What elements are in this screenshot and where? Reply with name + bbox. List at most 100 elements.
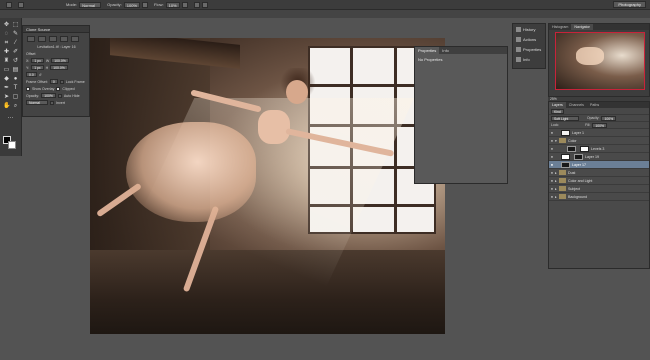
tab-navigator[interactable]: Navigator (571, 24, 593, 30)
offset-y-field[interactable]: 1 px (31, 65, 44, 70)
overlay-opacity-label: Opacity: (26, 93, 40, 98)
edit-toolbar-icon[interactable]: … (7, 114, 14, 121)
pressure-size-icon[interactable] (201, 1, 208, 8)
layer-row[interactable]: ● Layer 19 (549, 153, 649, 161)
mode-select[interactable]: Normal (79, 1, 102, 8)
scale-w-field[interactable]: 100.0% (51, 58, 69, 63)
brush-tool-icon[interactable]: ✐ (12, 49, 19, 56)
clone-source-4-icon[interactable] (60, 36, 68, 42)
hand-tool-icon[interactable]: ✋ (3, 103, 10, 110)
panel-dock: History Actions Properties Info (512, 23, 546, 69)
navigator-thumbnail[interactable] (555, 32, 645, 90)
layer-group-row[interactable]: ● ▸ Background (549, 193, 649, 201)
lasso-tool-icon[interactable]: ◌ (3, 31, 10, 38)
tab-histogram[interactable]: Histogram (549, 24, 571, 30)
overlay-opacity-field[interactable]: 100% (41, 93, 56, 98)
dock-item-properties[interactable]: Properties (513, 44, 545, 54)
collapse-arrow-icon[interactable]: ▸ (555, 171, 557, 175)
pen-tool-icon[interactable]: ✒ (3, 85, 10, 92)
history-brush-tool-icon[interactable]: ↺ (12, 58, 19, 65)
expand-arrow-icon[interactable]: ▾ (555, 139, 557, 143)
angle-field[interactable]: 0.0 (26, 72, 37, 77)
invert-checkbox[interactable] (50, 100, 54, 105)
tab-info[interactable]: Info (439, 47, 452, 54)
clone-source-1-icon[interactable] (27, 36, 35, 42)
blur-tool-icon[interactable]: ◆ (3, 76, 10, 83)
overlay-opacity-row: Opacity: 100% Auto Hide (26, 93, 87, 98)
zoom-tool-icon[interactable]: ⌕ (12, 103, 19, 110)
layer-opacity-field[interactable]: 100% (601, 115, 617, 121)
background-color-swatch[interactable] (8, 141, 16, 149)
tab-properties[interactable]: Properties (415, 47, 440, 54)
layer-fill-field[interactable]: 100% (592, 122, 608, 128)
type-tool-icon[interactable]: T (12, 85, 19, 92)
visibility-eye-icon[interactable]: ● (549, 146, 555, 151)
eraser-tool-icon[interactable]: ▭ (3, 67, 10, 74)
layer-row-selected[interactable]: ● Layer 17 (549, 161, 649, 169)
move-tool-icon[interactable]: ✥ (3, 22, 10, 29)
auto-hide-label: Auto Hide (63, 93, 80, 98)
sample-group (193, 1, 208, 8)
properties-icon (516, 46, 521, 52)
quick-select-tool-icon[interactable]: ✎ (12, 31, 19, 38)
layer-group-row[interactable]: ● ▸ Dust (549, 169, 649, 177)
brush-preset-picker[interactable] (18, 1, 24, 8)
sample-layers-icon[interactable] (193, 1, 200, 8)
visibility-eye-icon[interactable]: ● (549, 130, 555, 135)
actions-icon (516, 36, 521, 42)
frame-offset-label: Frame Offset: (26, 79, 48, 84)
collapse-arrow-icon[interactable]: ▸ (555, 179, 557, 183)
dodge-tool-icon[interactable]: ● (12, 76, 19, 83)
clone-source-3-icon[interactable] (49, 36, 57, 42)
dock-item-actions[interactable]: Actions (513, 34, 545, 44)
workspace-switcher[interactable]: Photography (613, 1, 646, 8)
frame-offset-field[interactable]: 0 (49, 79, 58, 84)
show-overlay-checkbox[interactable] (26, 86, 30, 91)
healing-brush-tool-icon[interactable]: ✚ (3, 49, 10, 56)
layer-row[interactable]: ● Layer 1 (549, 129, 649, 137)
tool-preset-picker[interactable] (6, 1, 12, 8)
shape-tool-icon[interactable]: ▢ (12, 94, 19, 101)
info-icon (516, 56, 521, 62)
collapse-arrow-icon[interactable]: ▸ (555, 187, 557, 191)
tab-paths[interactable]: Paths (587, 102, 602, 108)
dock-item-label: Properties (523, 46, 542, 52)
overlay-blend-select[interactable]: Normal (26, 100, 48, 105)
offset-x-field[interactable]: 1 px (31, 58, 44, 63)
layer-group-row[interactable]: ● ▸ Color and Light (549, 177, 649, 185)
visibility-eye-icon[interactable]: ● (549, 154, 555, 159)
collapse-arrow-icon[interactable]: ▸ (555, 195, 557, 199)
tab-channels[interactable]: Channels (566, 102, 587, 108)
flow-field[interactable]: 10% (165, 1, 180, 8)
opacity-field[interactable]: 100% (123, 1, 141, 8)
path-select-tool-icon[interactable]: ➤ (3, 94, 10, 101)
airbrush-icon[interactable] (181, 1, 188, 8)
tab-layers[interactable]: Layers (549, 102, 566, 108)
crop-tool-icon[interactable]: ⌗ (3, 40, 10, 47)
dock-item-history[interactable]: History (513, 24, 545, 34)
clipped-checkbox[interactable] (56, 86, 61, 91)
marquee-tool-icon[interactable]: ⬚ (12, 22, 19, 29)
lock-frame-checkbox[interactable] (59, 79, 64, 84)
layer-group-row[interactable]: ● ▾ Color (549, 137, 649, 145)
visibility-eye-icon[interactable]: ● (549, 162, 555, 167)
layer-group-row[interactable]: ● ▸ Subject (549, 185, 649, 193)
clone-source-title[interactable]: Clone Source (23, 26, 89, 33)
layer-blend-select[interactable]: Soft Light (551, 115, 579, 121)
layer-row[interactable]: ● Levels 3 (549, 145, 649, 153)
gradient-tool-icon[interactable]: ▤ (12, 67, 19, 74)
dock-item-info[interactable]: Info (513, 54, 545, 64)
reset-transform-icon[interactable]: ↺ (39, 73, 42, 77)
auto-hide-checkbox[interactable] (57, 93, 62, 98)
layer-filter-select[interactable]: Kind (551, 108, 564, 114)
clone-source-5-icon[interactable] (71, 36, 79, 42)
clone-source-2-icon[interactable] (38, 36, 46, 42)
clone-stamp-tool-icon[interactable]: ♜ (3, 58, 10, 65)
layer-name: Layer 17 (572, 162, 586, 167)
offset-label: Offset (26, 51, 36, 56)
scale-h-field[interactable]: 100.0% (50, 65, 68, 70)
eyedropper-tool-icon[interactable]: ⁄ (12, 40, 19, 47)
pressure-opacity-icon[interactable] (142, 1, 149, 8)
document-canvas[interactable] (90, 38, 445, 334)
flow-label: Flow: (154, 2, 164, 7)
